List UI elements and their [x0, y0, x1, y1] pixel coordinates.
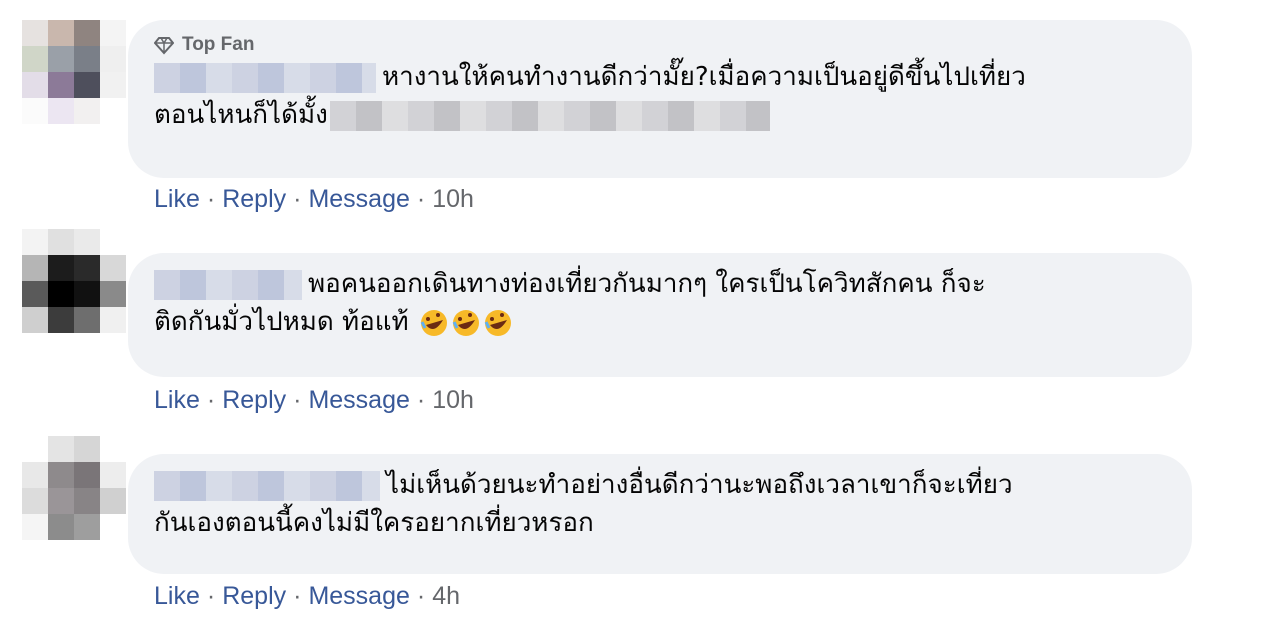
reply-link[interactable]: Reply [222, 582, 286, 610]
message-link[interactable]: Message [308, 185, 409, 213]
avatar[interactable] [22, 436, 126, 540]
rolling-on-floor-laughing-emoji [452, 309, 479, 336]
badge-label: Top Fan [182, 34, 255, 55]
comment-actions: Like · Reply · Message · 10h [154, 185, 474, 214]
blurred-username [154, 62, 376, 93]
avatar[interactable] [22, 229, 126, 333]
comment-text-line1: ไม่เห็นด้วยนะทำอย่างอื่นดีกว่านะพอถึงเวล… [386, 470, 1013, 500]
separator: · [293, 185, 302, 213]
comment-actions: Like · Reply · Message · 4h [154, 582, 460, 611]
separator: · [293, 386, 302, 414]
reply-link[interactable]: Reply [222, 386, 286, 414]
comment-text: ไม่เห็นด้วยนะทำอย่างอื่นดีกว่านะพอถึงเวล… [154, 466, 1166, 542]
rolling-on-floor-laughing-emoji [420, 309, 447, 336]
rolling-on-floor-laughing-emoji [484, 309, 511, 336]
comment-text: หางานให้คนทำงานดีกว่ามั๊ย?เมื่อความเป็นอ… [154, 58, 1166, 134]
comment-text-line2: ตอนไหนก็ได้มั้ง [154, 100, 328, 130]
timestamp[interactable]: 10h [432, 386, 474, 414]
separator: · [206, 582, 216, 610]
like-link[interactable]: Like [154, 185, 200, 213]
message-link[interactable]: Message [308, 386, 409, 414]
comment-text-line1: หางานให้คนทำงานดีกว่ามั๊ย?เมื่อความเป็นอ… [382, 62, 1026, 92]
comment-text-line2: กันเองตอนนี้คงไม่มีใครอยากเที่ยวหรอก [154, 508, 594, 538]
comment-bubble: พอคนออกเดินทางท่องเที่ยวกันมากๆ ใครเป็นโ… [128, 253, 1192, 377]
separator: · [206, 185, 216, 213]
separator: · [416, 185, 426, 213]
diamond-icon [154, 37, 174, 55]
comment-bubble: Top Fan หางานให้คนทำงานดีกว่ามั๊ย?เมื่อค… [128, 20, 1192, 178]
timestamp[interactable]: 4h [432, 582, 460, 610]
blurred-username [154, 470, 380, 501]
blurred-text [329, 100, 770, 131]
comment-text-line2: ติดกันมั่วไปหมด ท้อแท้ [154, 307, 409, 337]
comment-bubble: ไม่เห็นด้วยนะทำอย่างอื่นดีกว่านะพอถึงเวล… [128, 454, 1192, 574]
comment-text: พอคนออกเดินทางท่องเที่ยวกันมากๆ ใครเป็นโ… [154, 265, 1166, 341]
top-fan-badge: Top Fan [154, 32, 1166, 58]
separator: · [416, 386, 426, 414]
timestamp[interactable]: 10h [432, 185, 474, 213]
message-link[interactable]: Message [308, 582, 409, 610]
separator: · [293, 582, 302, 610]
reply-link[interactable]: Reply [222, 185, 286, 213]
like-link[interactable]: Like [154, 582, 200, 610]
separator: · [416, 582, 426, 610]
avatar[interactable] [22, 20, 126, 124]
blurred-username [154, 269, 302, 300]
like-link[interactable]: Like [154, 386, 200, 414]
separator: · [206, 386, 216, 414]
comment-actions: Like · Reply · Message · 10h [154, 386, 474, 415]
comment-text-line1: พอคนออกเดินทางท่องเที่ยวกันมากๆ ใครเป็นโ… [308, 269, 986, 299]
